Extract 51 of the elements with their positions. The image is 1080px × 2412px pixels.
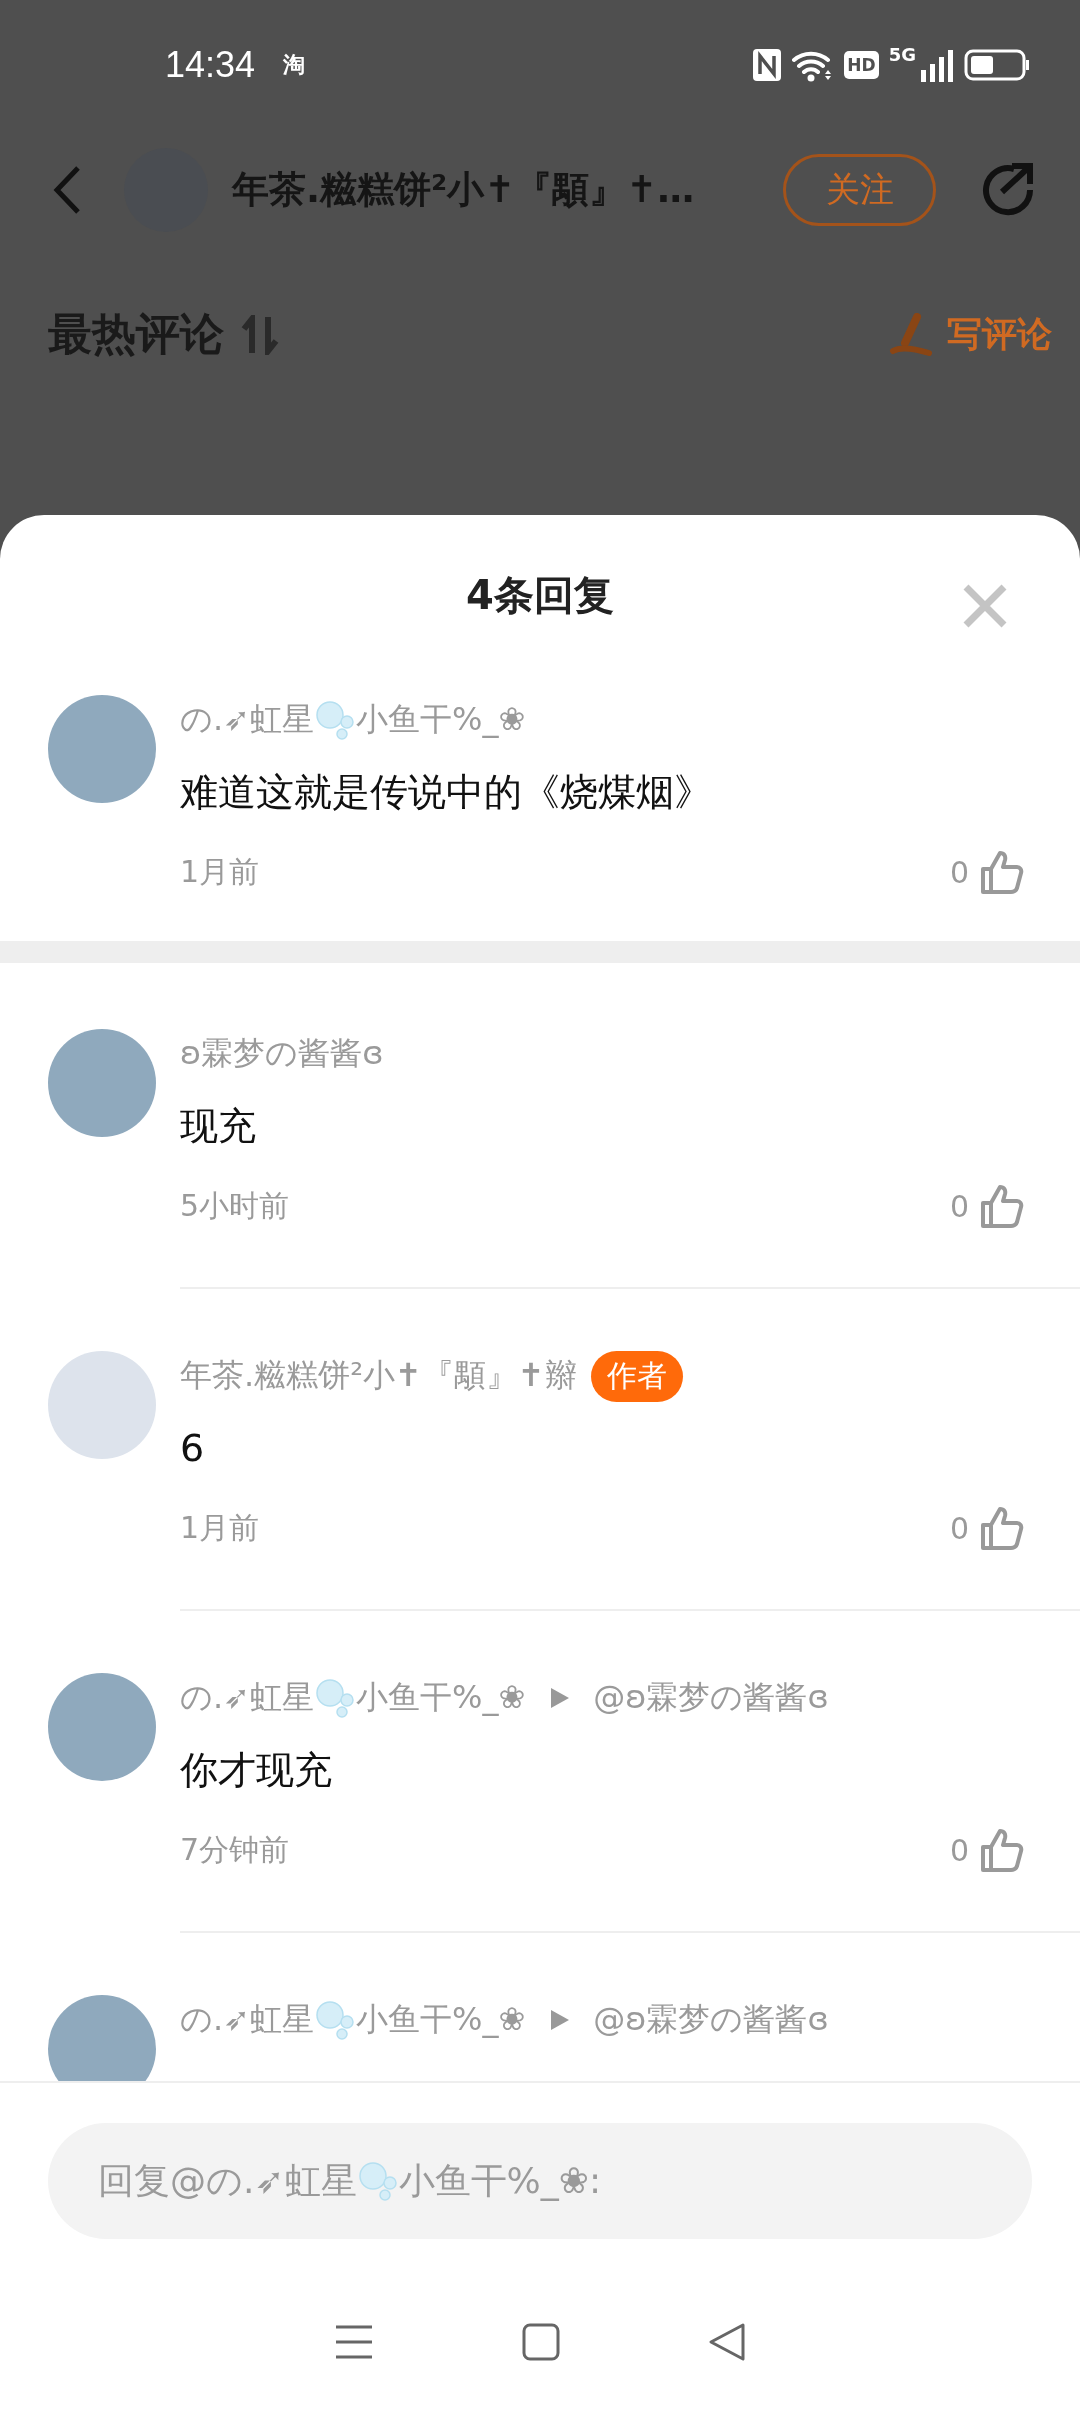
- user-name: 小鱼干%_❀: [356, 699, 526, 740]
- placeholder-text: 回复@の.➶虹星: [98, 2158, 357, 2203]
- like-count: 0: [949, 1832, 969, 1868]
- close-icon[interactable]: [962, 583, 1008, 629]
- reply-input-field[interactable]: 回复@の.➶虹星 小鱼干%_❀:: [48, 2123, 1032, 2239]
- comment-time: 1月前: [180, 852, 260, 891]
- app-notification-label: 淘: [283, 51, 306, 79]
- user-name: 小鱼干%_❀: [356, 1677, 526, 1718]
- comment-text: 难道这就是传说中的《烧煤烟》: [180, 769, 713, 816]
- comment-time: 5小时前: [180, 1186, 290, 1225]
- bubbles-icon: [357, 2161, 398, 2201]
- author-badge: 作者: [590, 1350, 683, 1402]
- nfc-icon: [752, 48, 783, 82]
- thumbs-up-icon[interactable]: [979, 1505, 1025, 1551]
- placeholder-text: 小鱼干%_❀:: [398, 2158, 602, 2203]
- user-name: の.➶虹星: [180, 1999, 314, 2040]
- network-type: 5G: [888, 44, 916, 65]
- comment-text: 你才现充: [180, 1747, 333, 1794]
- like-count: 0: [949, 1510, 969, 1546]
- user-name: 小鱼干%_❀: [356, 1999, 526, 2040]
- thumbs-up-icon[interactable]: [979, 1827, 1025, 1873]
- pen-icon: [889, 312, 933, 357]
- back-icon[interactable]: [52, 165, 82, 215]
- reply-target[interactable]: @ʚ霖梦の酱酱ɞ: [593, 1998, 829, 2042]
- reply-target[interactable]: @ʚ霖梦の酱酱ɞ: [593, 1676, 829, 1720]
- comment-time: 7分钟前: [180, 1830, 290, 1869]
- user-name: の.➶虹星: [180, 699, 314, 740]
- comment-time: 1月前: [180, 1508, 260, 1547]
- thumbs-up-icon[interactable]: [979, 849, 1025, 895]
- battery-icon: [964, 49, 1030, 81]
- signal-icon: [920, 48, 954, 82]
- bubbles-icon: [315, 2000, 355, 2040]
- user-name: 年茶.糍糕饼²小✝『顒』✝辮: [180, 1355, 577, 1396]
- follow-button[interactable]: 关注: [783, 154, 936, 226]
- author-name: 年茶.糍糕饼²小✝『顒』✝…: [232, 167, 696, 213]
- comment-text: 6: [180, 1425, 206, 1472]
- bubbles-icon: [315, 700, 355, 740]
- back-nav-icon[interactable]: [708, 2321, 746, 2362]
- menu-icon[interactable]: [334, 2323, 374, 2360]
- status-time: 14:34: [165, 44, 256, 86]
- comment-text: 现充: [180, 1103, 257, 1150]
- like-count: 0: [949, 854, 969, 890]
- user-name: の.➶虹星: [180, 1677, 314, 1718]
- home-icon[interactable]: [522, 2322, 560, 2361]
- sheet-title: 4条回复: [466, 570, 614, 620]
- like-count: 0: [949, 1188, 969, 1224]
- user-name: ʚ霖梦の酱酱ɞ: [180, 1033, 384, 1074]
- thumbs-up-icon[interactable]: [979, 1183, 1025, 1229]
- bubbles-icon: [315, 1678, 355, 1718]
- write-comment-button[interactable]: 写评论: [889, 311, 1052, 358]
- hd-indicator: HD: [844, 51, 879, 79]
